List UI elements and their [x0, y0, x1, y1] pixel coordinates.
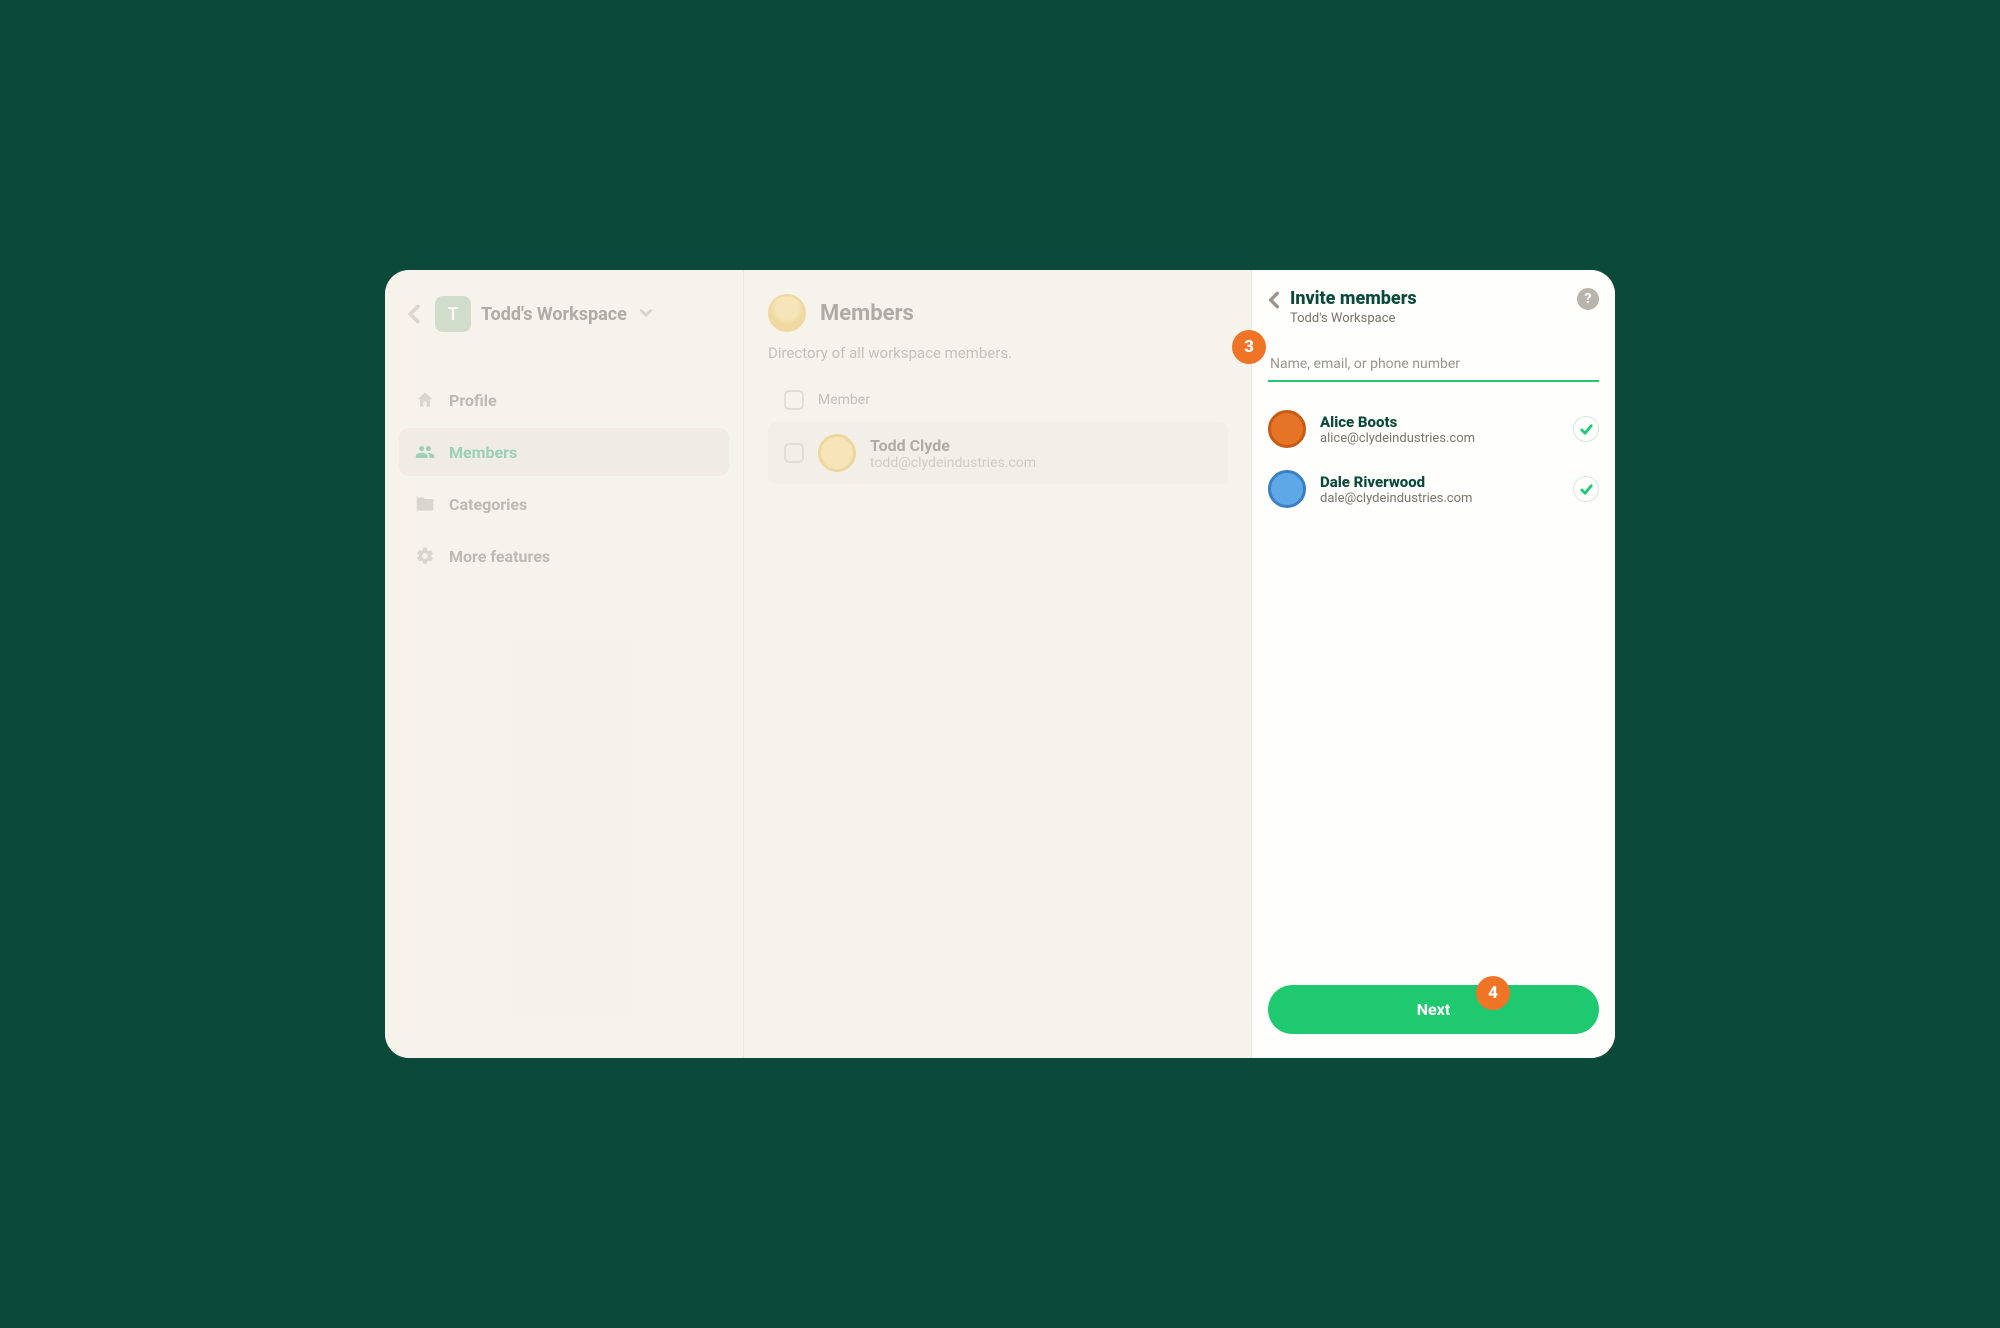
sidebar-item-label: Categories	[449, 495, 527, 514]
invitee-email: dale@clydeindustries.com	[1320, 491, 1559, 506]
invite-panel: 3 4 Invite members Todd's Workspace ? Al…	[1252, 270, 1615, 1058]
invitee-name: Dale Riverwood	[1320, 473, 1559, 491]
avatar	[1268, 470, 1306, 508]
table-header: Member	[768, 378, 1228, 422]
panel-header: Invite members Todd's Workspace ?	[1268, 288, 1599, 326]
main-content: Members Directory of all workspace membe…	[743, 270, 1252, 1058]
avatar	[818, 434, 856, 472]
invite-item[interactable]: Alice Boots alice@clydeindustries.com	[1268, 410, 1599, 448]
workspace-name: Todd's Workspace	[481, 304, 627, 325]
chevron-down-icon[interactable]	[639, 306, 653, 322]
home-icon	[415, 390, 435, 410]
main-header: Members	[768, 294, 1228, 332]
folder-icon	[415, 494, 435, 514]
select-all-checkbox[interactable]	[784, 390, 804, 410]
people-icon	[415, 442, 435, 462]
sidebar-item-label: Members	[449, 443, 517, 462]
avatar	[1268, 410, 1306, 448]
member-email: todd@clydeindustries.com	[870, 455, 1036, 471]
member-info: Todd Clyde todd@clydeindustries.com	[870, 436, 1036, 471]
selected-check-icon[interactable]	[1573, 476, 1599, 502]
next-button[interactable]: Next	[1268, 985, 1599, 1034]
panel-back-button[interactable]	[1268, 288, 1280, 315]
sidebar-item-categories[interactable]: Categories	[399, 480, 729, 528]
sidebar: T Todd's Workspace Profile Members Categ…	[385, 270, 743, 1058]
invite-list: Alice Boots alice@clydeindustries.com Da…	[1268, 410, 1599, 508]
page-subtitle: Directory of all workspace members.	[768, 344, 1228, 362]
invite-input[interactable]	[1268, 348, 1599, 382]
help-icon[interactable]: ?	[1577, 288, 1599, 310]
gear-icon	[415, 546, 435, 566]
selected-check-icon[interactable]	[1573, 416, 1599, 442]
page-title: Members	[820, 301, 914, 326]
back-icon[interactable]	[403, 304, 425, 324]
app-window: T Todd's Workspace Profile Members Categ…	[385, 270, 1615, 1058]
panel-title: Invite members	[1290, 288, 1567, 309]
sidebar-item-members[interactable]: Members	[399, 428, 729, 476]
member-name: Todd Clyde	[870, 436, 1036, 455]
members-header-icon	[768, 294, 806, 332]
sidebar-item-label: More features	[449, 547, 550, 566]
sidebar-item-more-features[interactable]: More features	[399, 532, 729, 580]
callout-step-3: 3	[1232, 330, 1266, 364]
workspace-avatar: T	[435, 296, 471, 332]
invite-item[interactable]: Dale Riverwood dale@clydeindustries.com	[1268, 470, 1599, 508]
row-checkbox[interactable]	[784, 443, 804, 463]
column-header-member: Member	[818, 392, 870, 408]
panel-subtitle: Todd's Workspace	[1290, 311, 1567, 326]
sidebar-item-label: Profile	[449, 391, 497, 410]
invitee-email: alice@clydeindustries.com	[1320, 431, 1559, 446]
callout-step-4: 4	[1476, 976, 1510, 1010]
workspace-switcher[interactable]: T Todd's Workspace	[399, 288, 729, 340]
member-row[interactable]: Todd Clyde todd@clydeindustries.com	[768, 422, 1228, 484]
invitee-name: Alice Boots	[1320, 413, 1559, 431]
sidebar-item-profile[interactable]: Profile	[399, 376, 729, 424]
